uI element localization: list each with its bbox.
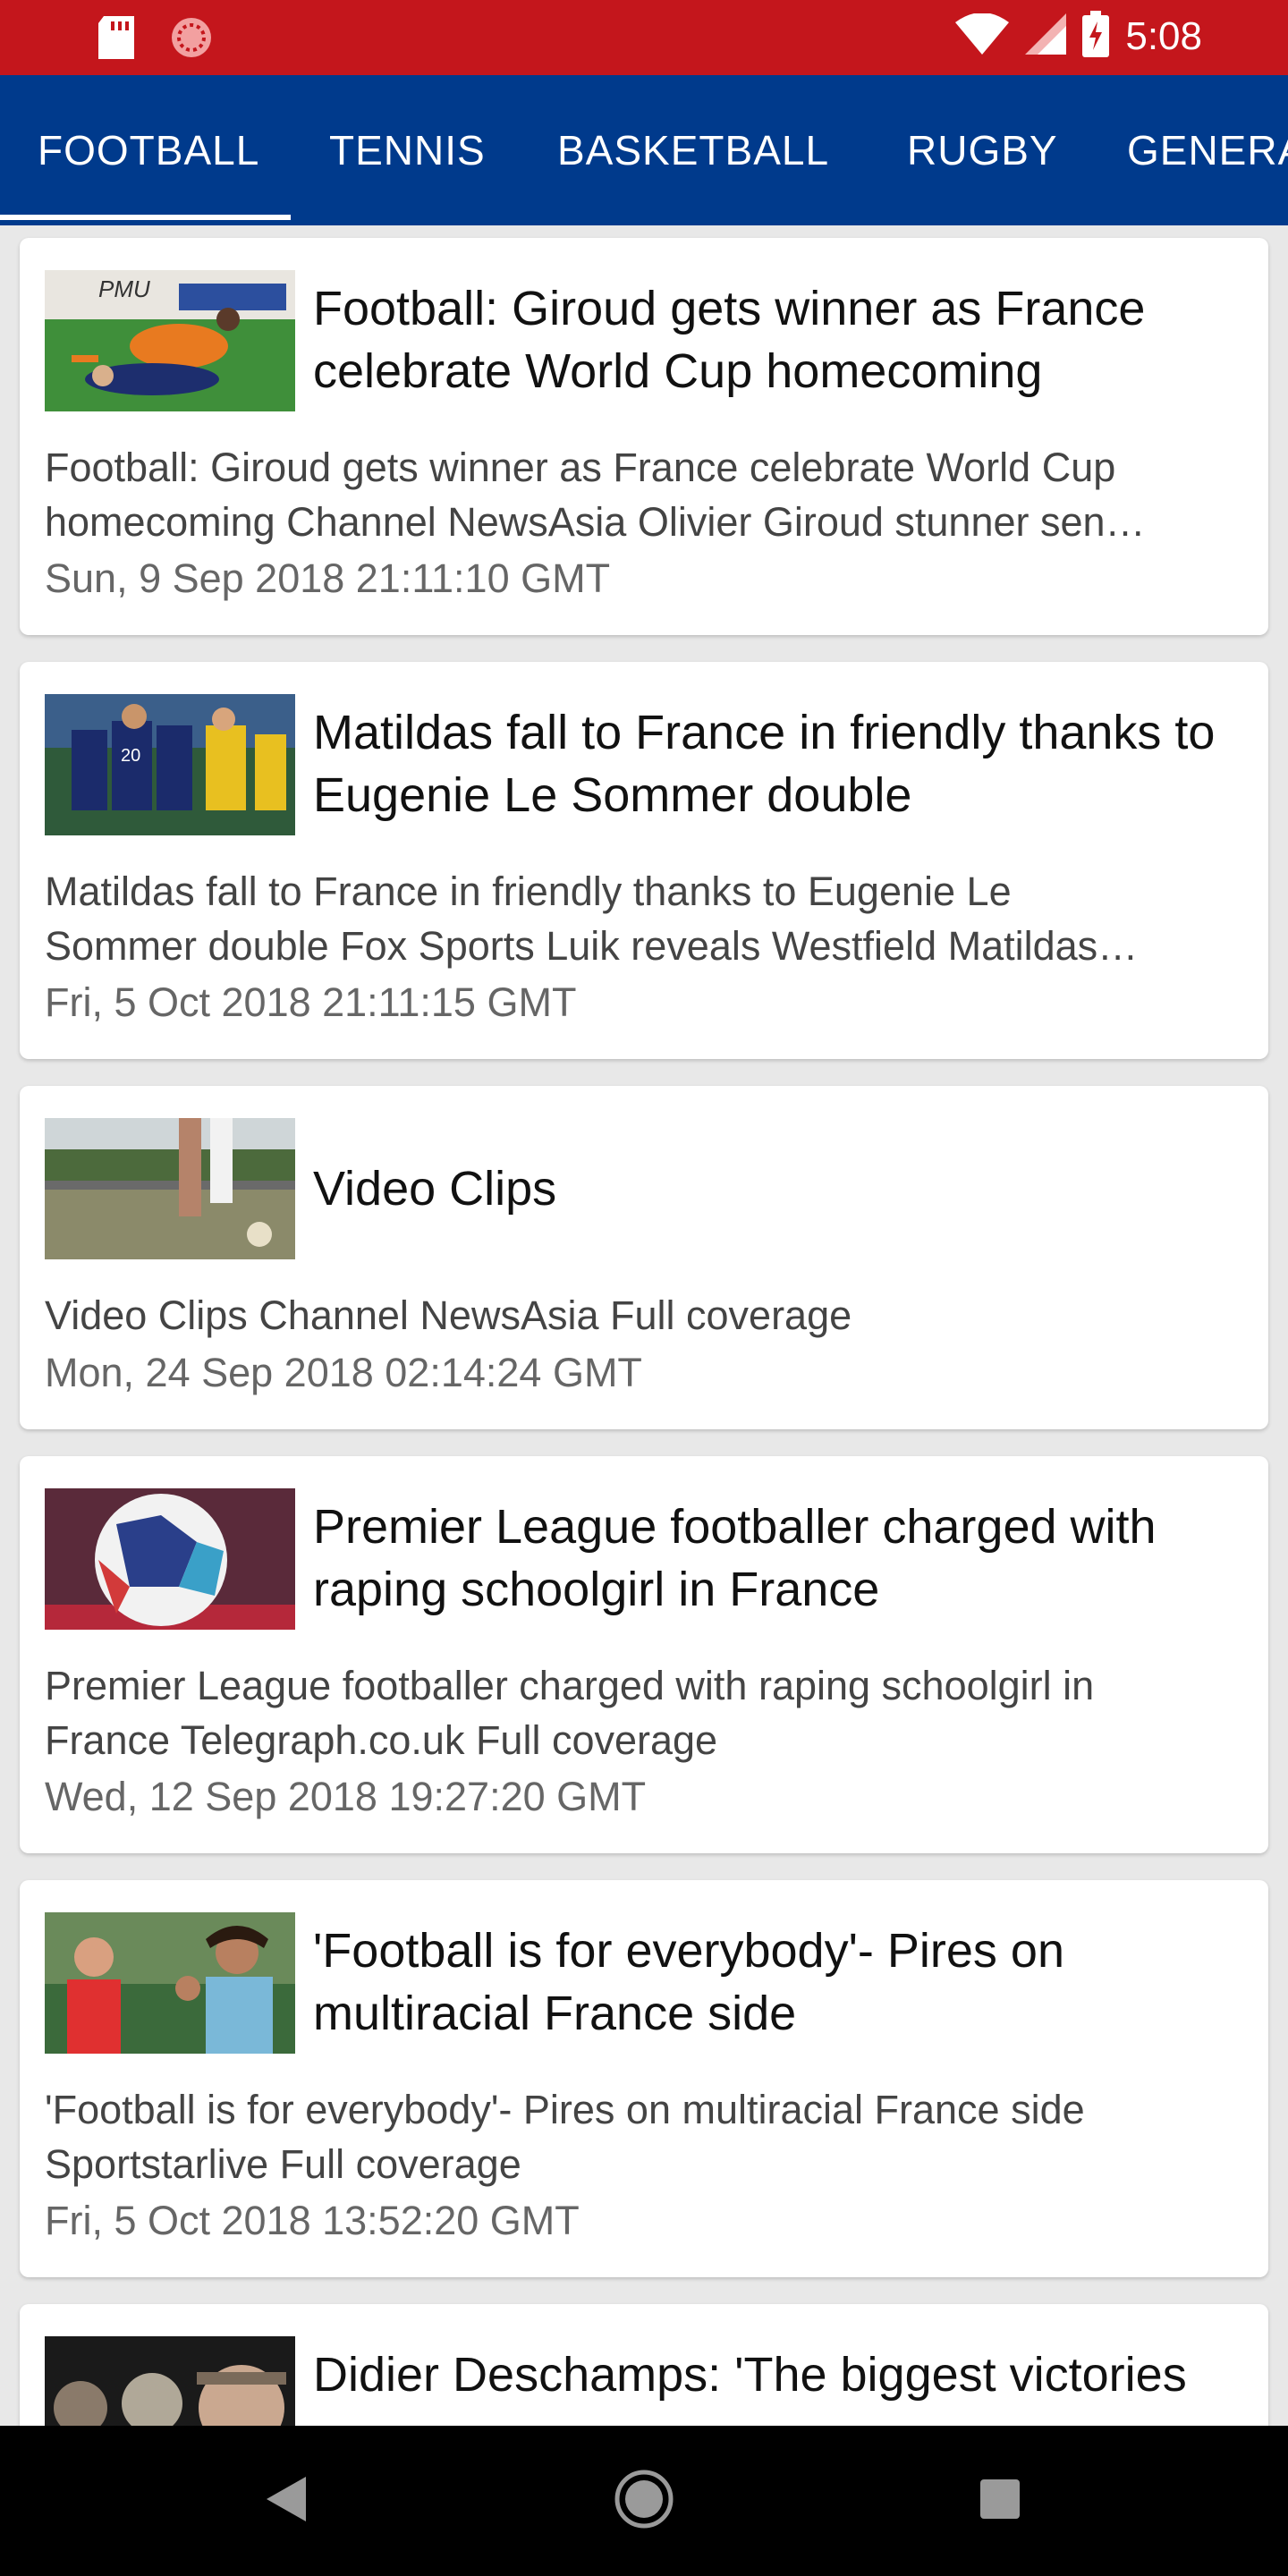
back-button[interactable] bbox=[242, 2426, 331, 2576]
article-summary: Sportstarlive Full coverage bbox=[45, 2141, 521, 2187]
article-summary: Matildas fall to France in friendly than… bbox=[45, 869, 1012, 914]
back-icon bbox=[267, 2476, 306, 2526]
article-headline[interactable]: 'Football is for everybody'- Pires on mu… bbox=[313, 1919, 1243, 2045]
sync-icon bbox=[170, 16, 213, 64]
wifi-icon bbox=[955, 13, 1010, 59]
tab-rugby[interactable]: RUGBY bbox=[907, 75, 1058, 225]
article-summary: 'Football is for everybody'- Pires on mu… bbox=[45, 2087, 1085, 2132]
article-summary: Premier League footballer charged with r… bbox=[45, 1663, 1095, 1708]
news-card[interactable]: PMU Football: Giroud gets winner as Fran… bbox=[20, 238, 1268, 635]
news-card[interactable]: 20 Matildas fall to France in friendly t… bbox=[20, 662, 1268, 1059]
signal-icon bbox=[1025, 13, 1067, 59]
article-thumbnail bbox=[45, 1912, 295, 2054]
home-icon bbox=[614, 2470, 674, 2533]
article-thumbnail bbox=[45, 1118, 295, 1259]
recents-icon bbox=[980, 2479, 1020, 2523]
article-thumbnail: PMU bbox=[45, 270, 295, 411]
news-card[interactable]: Video Clips Video Clips Channel NewsAsia… bbox=[20, 1086, 1268, 1429]
article-headline[interactable]: Video Clips bbox=[313, 1157, 1243, 1220]
article-headline[interactable]: Premier League footballer charged with r… bbox=[313, 1496, 1243, 1621]
news-card[interactable]: Didier Deschamps: 'The biggest victories bbox=[20, 2304, 1268, 2426]
article-summary: Football: Giroud gets winner as France c… bbox=[45, 445, 1116, 490]
sd-card-icon bbox=[98, 16, 134, 64]
article-thumbnail: 20 bbox=[45, 694, 295, 835]
clock: 5:08 bbox=[1125, 13, 1202, 58]
article-summary: homecoming Channel NewsAsia Olivier Giro… bbox=[45, 499, 1146, 545]
category-tab-bar: FOOTBALL TENNIS BASKETBALL RUGBY GENERA bbox=[0, 75, 1288, 225]
article-summary: Video Clips Channel NewsAsia Full covera… bbox=[45, 1292, 852, 1338]
home-button[interactable] bbox=[599, 2426, 689, 2576]
article-date: Fri, 5 Oct 2018 21:11:15 GMT bbox=[45, 979, 577, 1025]
status-bar: 5:08 bbox=[0, 0, 1288, 75]
article-headline[interactable]: Didier Deschamps: 'The biggest victories bbox=[313, 2343, 1243, 2406]
article-headline[interactable]: Football: Giroud gets winner as France c… bbox=[313, 277, 1243, 402]
recents-button[interactable] bbox=[955, 2426, 1045, 2576]
tab-football[interactable]: FOOTBALL bbox=[38, 75, 259, 225]
news-card[interactable]: Premier League footballer charged with r… bbox=[20, 1456, 1268, 1853]
battery-icon bbox=[1082, 11, 1110, 62]
article-summary: Sommer double Fox Sports Luik reveals We… bbox=[45, 923, 1139, 969]
active-tab-indicator bbox=[0, 215, 291, 220]
tab-tennis[interactable]: TENNIS bbox=[329, 75, 486, 225]
tab-basketball[interactable]: BASKETBALL bbox=[557, 75, 829, 225]
article-date: Mon, 24 Sep 2018 02:14:24 GMT bbox=[45, 1350, 642, 1395]
article-date: Fri, 5 Oct 2018 13:52:20 GMT bbox=[45, 2198, 580, 2243]
news-card[interactable]: 'Football is for everybody'- Pires on mu… bbox=[20, 1880, 1268, 2277]
system-navigation-bar bbox=[0, 2426, 1288, 2576]
article-date: Wed, 12 Sep 2018 19:27:20 GMT bbox=[45, 1774, 647, 1819]
article-headline[interactable]: Matildas fall to France in friendly than… bbox=[313, 701, 1243, 826]
svg-text:20: 20 bbox=[121, 746, 140, 766]
article-summary: France Telegraph.co.uk Full coverage bbox=[45, 1717, 718, 1763]
svg-text:PMU: PMU bbox=[98, 275, 150, 302]
news-feed[interactable]: PMU Football: Giroud gets winner as Fran… bbox=[0, 225, 1288, 2426]
tab-general[interactable]: GENERA bbox=[1127, 75, 1288, 225]
article-date: Sun, 9 Sep 2018 21:11:10 GMT bbox=[45, 555, 611, 601]
article-thumbnail bbox=[45, 1488, 295, 1630]
article-thumbnail bbox=[45, 2336, 295, 2426]
